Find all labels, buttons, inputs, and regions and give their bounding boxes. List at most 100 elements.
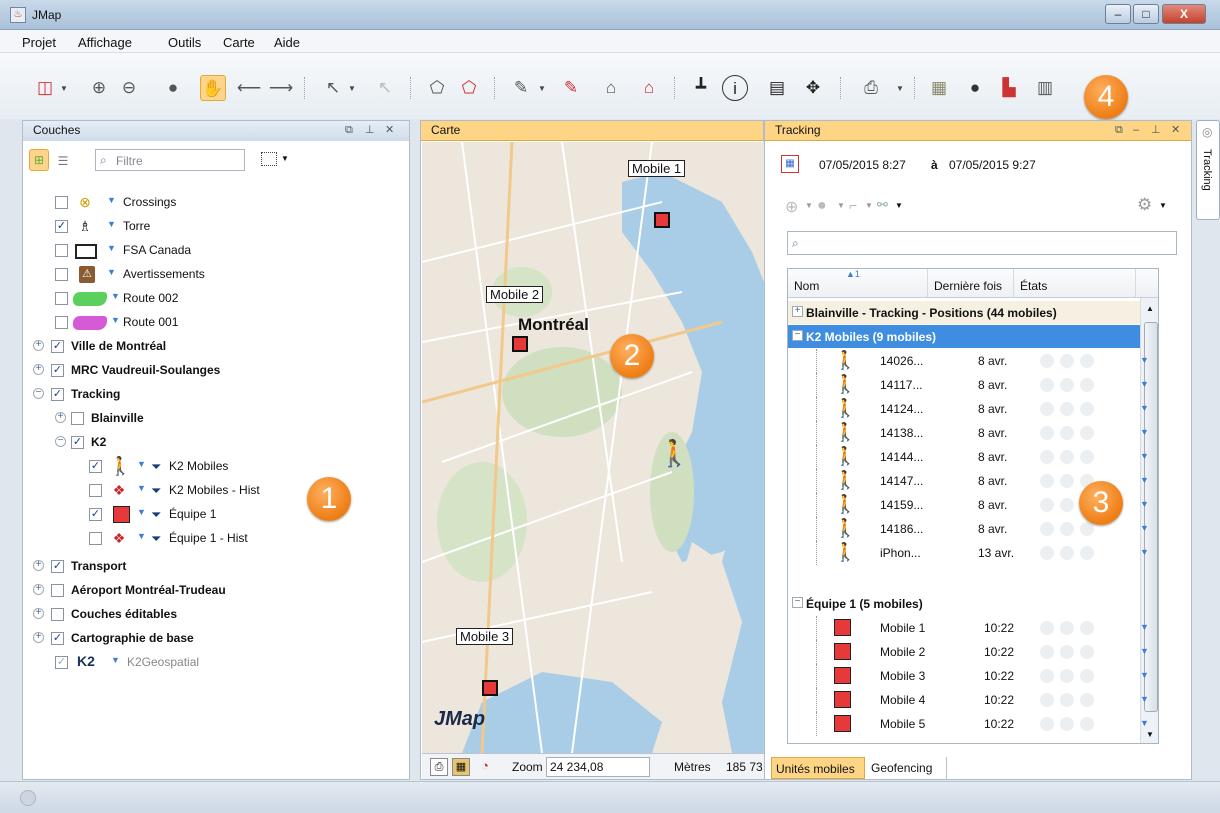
building-icon[interactable]: ▦ [926, 75, 952, 101]
mobile-row[interactable]: 🚶 14124... 8 avr. ▼ [788, 397, 1149, 421]
row-menu-icon[interactable]: ▼ [1140, 379, 1149, 389]
scroll-up-icon[interactable]: ▲ [1146, 304, 1154, 313]
layer-checkbox[interactable]: ✓ [55, 220, 68, 233]
style-dropdown-icon[interactable]: ▼ [107, 195, 116, 205]
layer-row[interactable]: ✓ ♗ ▼ Torre [23, 215, 403, 239]
row-menu-icon[interactable]: ▼ [1140, 403, 1149, 413]
mobile-3-marker[interactable] [482, 680, 498, 696]
menu-projet[interactable]: Projet [22, 35, 56, 50]
close-button[interactable]: X [1162, 4, 1206, 24]
tag-icon[interactable]: ⌂ [598, 75, 624, 101]
tracking-search-input[interactable]: ⌕ [787, 231, 1177, 255]
style-dropdown-icon[interactable]: ▼ [137, 459, 146, 469]
row-menu-icon[interactable]: ▼ [1140, 547, 1149, 557]
layer-group-row[interactable]: − ✓ K2 [23, 431, 403, 455]
walker-marker-icon[interactable]: 🚶 [658, 438, 690, 469]
expand-icon[interactable]: + [33, 560, 44, 571]
menu-aide[interactable]: Aide [274, 35, 300, 50]
layer-checkbox[interactable]: ✓ [51, 364, 64, 377]
layer-group-row[interactable]: + Couches éditables [23, 603, 403, 627]
center-icon[interactable]: ⊕ [785, 197, 798, 217]
path-icon[interactable]: ⌐ [849, 197, 857, 213]
column-etats[interactable]: États [1014, 269, 1136, 297]
layer-checkbox[interactable] [55, 292, 68, 305]
layer-checkbox[interactable] [55, 268, 68, 281]
chevron-down-icon[interactable]: ▼ [837, 201, 845, 210]
row-menu-icon[interactable]: ▼ [1140, 718, 1149, 728]
column-derniere-fois[interactable]: Dernière fois [928, 269, 1014, 297]
layer-group-row[interactable]: + ✓ Cartographie de base [23, 627, 403, 651]
rectangle-select-icon[interactable] [261, 152, 277, 166]
units-label[interactable]: Mètres [674, 760, 711, 774]
float-icon[interactable]: ⧉ [1115, 121, 1123, 140]
mobile-1-marker[interactable] [654, 212, 670, 228]
layer-row[interactable]: ⚠ ▼ Avertissements [23, 263, 403, 287]
select-pointer-icon[interactable]: ↖ [320, 75, 346, 101]
calendar-icon[interactable]: ▦ [781, 155, 799, 173]
gear-icon[interactable]: ⚙ [1137, 195, 1152, 215]
group-row[interactable]: − Équipe 1 (5 mobiles) [788, 592, 1140, 615]
row-menu-icon[interactable]: ▼ [1140, 670, 1149, 680]
layers-map-icon[interactable]: ▦ [452, 758, 470, 776]
collapse-icon[interactable]: − [55, 436, 66, 447]
mobile-row[interactable]: 🚶 14138... 8 avr. ▼ [788, 421, 1149, 445]
layer-row[interactable]: ✓ 🚶 ▼ ⏷ K2 Mobiles [23, 455, 403, 479]
tooltip-icon[interactable]: ◔ [476, 758, 494, 776]
row-menu-icon[interactable]: ▼ [1140, 451, 1149, 461]
collapse-icon[interactable]: − [792, 597, 803, 608]
style-dropdown-icon[interactable]: ▼ [137, 531, 146, 541]
print-map-icon[interactable]: ⎙ [430, 758, 448, 776]
menu-affichage[interactable]: Affichage [78, 35, 132, 50]
chevron-down-icon[interactable]: ▼ [896, 84, 904, 93]
mobile-row[interactable]: 🚶 14144... 8 avr. ▼ [788, 445, 1149, 469]
layer-checkbox[interactable] [51, 584, 64, 597]
scroll-down-icon[interactable]: ▼ [1146, 730, 1154, 739]
mobile-row[interactable]: 🚶 14117... 8 avr. ▼ [788, 373, 1149, 397]
identify-icon[interactable]: ┻ [688, 75, 714, 101]
layer-checkbox[interactable]: ✓ [51, 632, 64, 645]
minimize-button[interactable]: – [1105, 4, 1131, 24]
layer-row[interactable]: ▼ FSA Canada [23, 239, 403, 263]
select-zoom-icon[interactable]: ◫ [32, 75, 58, 101]
layer-group-row[interactable]: + ✓ Transport [23, 555, 403, 579]
expand-icon[interactable]: + [33, 608, 44, 619]
layer-checkbox[interactable]: ✓ [51, 388, 64, 401]
layer-checkbox[interactable] [89, 484, 102, 497]
style-dropdown-icon[interactable]: ▼ [111, 315, 120, 325]
tree-view-icon[interactable]: ⊞ [29, 149, 49, 171]
column-nom[interactable]: Nom ▲1 [788, 269, 928, 297]
back-arrow-icon[interactable]: ⟵ [236, 75, 262, 101]
filter-icon[interactable]: ⏷ [151, 459, 161, 475]
layer-checkbox[interactable]: ✓ [89, 508, 102, 521]
tab-geofencing[interactable]: Geofencing [867, 757, 947, 779]
network-icon[interactable]: ⚯ [877, 197, 888, 213]
row-menu-icon[interactable]: ▼ [1140, 475, 1149, 485]
zoom-in-icon[interactable]: ⊕ [86, 75, 112, 101]
layer-checkbox[interactable] [89, 532, 102, 545]
chevron-down-icon[interactable]: ▼ [895, 201, 903, 210]
style-dropdown-icon[interactable]: ▼ [107, 219, 116, 229]
row-menu-icon[interactable]: ▼ [1140, 499, 1149, 509]
mobile-row[interactable]: 🚶 iPhon... 13 avr. ▼ [788, 541, 1149, 565]
row-menu-icon[interactable]: ▼ [1140, 427, 1149, 437]
layer-checkbox[interactable]: ✓ [71, 436, 84, 449]
chevron-down-icon[interactable]: ▼ [60, 84, 68, 93]
polygon-select-icon[interactable]: ⬠ [424, 75, 450, 101]
chevron-down-icon[interactable]: ▼ [865, 201, 873, 210]
mobile-row[interactable]: Mobile 2 10:22 ▼ [788, 640, 1149, 664]
expand-icon[interactable]: + [33, 340, 44, 351]
filter-icon[interactable]: ⏷ [151, 531, 161, 547]
group-row-selected[interactable]: − K2 Mobiles (9 mobiles) [788, 325, 1140, 348]
chevron-down-icon[interactable]: ▼ [805, 201, 813, 210]
style-dropdown-icon[interactable]: ▼ [137, 507, 146, 517]
layer-checkbox[interactable] [55, 244, 68, 257]
dot-icon[interactable]: ● [817, 197, 827, 215]
layer-row[interactable]: ❖ ▼ ⏷ Équipe 1 - Hist [23, 527, 403, 551]
zoom-input[interactable]: 24 234,08 [546, 757, 650, 777]
pin-icon[interactable]: ⊥ [1151, 121, 1161, 140]
zoom-out-icon[interactable]: ⊖ [116, 75, 142, 101]
layer-row[interactable]: ✓ K2 ▼ K2Geospatial [23, 651, 403, 675]
helmet-icon[interactable]: ● [962, 75, 988, 101]
report-icon[interactable]: ▥ [1032, 75, 1058, 101]
style-dropdown-icon[interactable]: ▼ [107, 267, 116, 277]
